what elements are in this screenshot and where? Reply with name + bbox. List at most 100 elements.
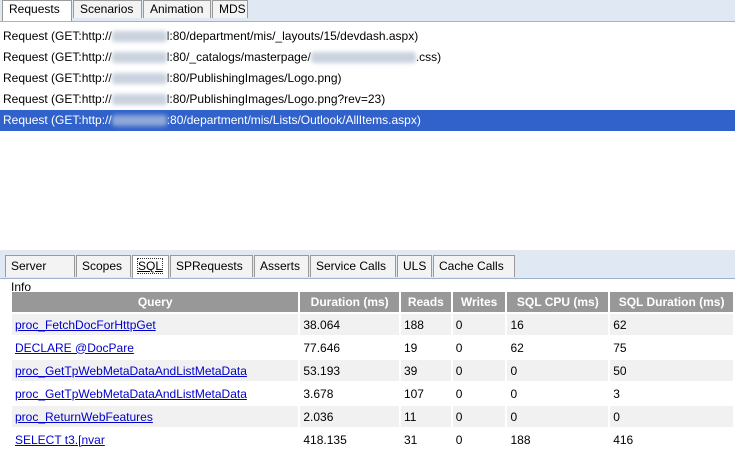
sql-duration-cell: 416 — [610, 429, 733, 450]
redacted-host — [111, 115, 167, 127]
request-path: l:80/PublishingImages/Logo.png) — [166, 71, 342, 85]
request-prefix: Request (GET:http:// — [3, 71, 112, 85]
duration-cell: 2.036 — [300, 406, 399, 427]
table-row: proc_GetTpWebMetaDataAndListMetaData 53.… — [12, 360, 733, 381]
sql-duration-cell: 3 — [610, 383, 733, 404]
tab-uls[interactable]: ULS — [397, 255, 432, 277]
reads-cell: 11 — [400, 406, 451, 427]
request-prefix: Request (GET:http:// — [3, 29, 112, 43]
request-suffix: .css) — [415, 50, 442, 64]
table-row: SELECT t3.[nvar 418.135 31 0 188 416 — [12, 429, 733, 450]
duration-cell: 38.064 — [300, 314, 399, 335]
tab-asserts[interactable]: Asserts — [254, 255, 309, 277]
sql-duration-cell: 50 — [610, 360, 733, 381]
tab-scenarios[interactable]: Scenarios — [73, 0, 142, 18]
query-cell: proc_GetTpWebMetaDataAndListMetaData — [12, 360, 299, 381]
request-item[interactable]: Request (GET:http:// l:80/PublishingImage… — [0, 89, 735, 110]
sql-duration-cell: 0 — [610, 406, 733, 427]
tab-label: Cache Calls — [439, 259, 504, 273]
sql-cpu-cell: 188 — [507, 429, 609, 450]
tab-label: SPRequests — [176, 259, 243, 273]
column-header-sql-cpu[interactable]: SQL CPU (ms) — [507, 292, 609, 312]
writes-cell: 0 — [452, 360, 506, 381]
tab-sql[interactable]: SQL — [132, 255, 169, 278]
writes-cell: 0 — [452, 429, 506, 450]
query-link[interactable]: proc_ReturnWebFeatures — [15, 410, 153, 424]
top-tab-strip: Requests Scenarios Animation MDS — [0, 0, 735, 22]
query-cell: SELECT t3.[nvar — [12, 429, 299, 450]
writes-cell: 0 — [452, 314, 506, 335]
tab-service-calls[interactable]: Service Calls — [310, 255, 396, 277]
column-header-reads[interactable]: Reads — [400, 292, 451, 312]
request-item-selected[interactable]: Request (GET:http:// :80/department/mis/L… — [0, 110, 735, 131]
tab-label: Service Calls — [316, 259, 387, 273]
tab-scopes[interactable]: Scopes — [76, 255, 131, 277]
request-item[interactable]: Request (GET:http:// l:80/PublishingImage… — [0, 68, 735, 89]
redacted-host — [111, 73, 167, 85]
sql-cpu-cell: 16 — [507, 314, 609, 335]
column-header-duration[interactable]: Duration (ms) — [300, 292, 399, 312]
query-link[interactable]: proc_FetchDocForHttpGet — [15, 318, 156, 332]
query-link[interactable]: SELECT t3.[nvar — [15, 433, 105, 447]
request-prefix: Request (GET:http:// — [3, 92, 112, 106]
request-path: l:80/_catalogs/masterpage/ — [166, 50, 311, 64]
duration-cell: 53.193 — [300, 360, 399, 381]
reads-cell: 39 — [400, 360, 451, 381]
request-path: :80/department/mis/Lists/Outlook/AllItem… — [166, 113, 421, 127]
reads-cell: 31 — [400, 429, 451, 450]
query-cell: proc_GetTpWebMetaDataAndListMetaData — [12, 383, 299, 404]
query-cell: proc_ReturnWebFeatures — [12, 406, 299, 427]
redacted-host — [111, 52, 167, 64]
sql-table: Query Duration (ms) Reads Writes SQL CPU… — [10, 290, 735, 452]
duration-cell: 3.678 — [300, 383, 399, 404]
table-header-row: Query Duration (ms) Reads Writes SQL CPU… — [12, 292, 733, 312]
request-path: l:80/PublishingImages/Logo.png?rev=23) — [166, 92, 386, 106]
writes-cell: 0 — [452, 383, 506, 404]
tab-sprequests[interactable]: SPRequests — [170, 255, 253, 277]
redacted-host — [111, 94, 167, 106]
sql-cpu-cell: 0 — [507, 383, 609, 404]
column-header-sql-duration[interactable]: SQL Duration (ms) — [610, 292, 733, 312]
tab-label: Asserts — [260, 259, 301, 273]
table-row: DECLARE @DocPare 77.646 19 0 62 75 — [12, 337, 733, 358]
duration-cell: 418.135 — [300, 429, 399, 450]
query-cell: proc_FetchDocForHttpGet — [12, 314, 299, 335]
table-row: proc_ReturnWebFeatures 2.036 11 0 0 0 — [12, 406, 733, 427]
tab-label: Server Info — [11, 259, 47, 294]
sql-duration-cell: 75 — [610, 337, 733, 358]
request-prefix: Request (GET:http:// — [3, 113, 112, 127]
sql-cpu-cell: 0 — [507, 406, 609, 427]
reads-cell: 107 — [400, 383, 451, 404]
query-link[interactable]: proc_GetTpWebMetaDataAndListMetaData — [15, 364, 247, 378]
request-list: Request (GET:http:// l:80/department/mis/… — [0, 26, 735, 131]
writes-cell: 0 — [452, 406, 506, 427]
detail-tab-strip: Server Info Scopes SQL SPRequests Assert… — [0, 252, 735, 294]
sql-duration-cell: 62 — [610, 314, 733, 335]
tab-label: Scopes — [82, 259, 123, 273]
request-item[interactable]: Request (GET:http:// l:80/department/mis/… — [0, 26, 735, 47]
request-prefix: Request (GET:http:// — [3, 50, 112, 64]
tab-label: ULS — [403, 259, 427, 273]
redacted-host — [111, 31, 167, 43]
request-path: l:80/department/mis/_layouts/15/devdash.… — [166, 29, 419, 43]
query-link[interactable]: proc_GetTpWebMetaDataAndListMetaData — [15, 387, 247, 401]
table-row: proc_FetchDocForHttpGet 38.064 188 0 16 … — [12, 314, 733, 335]
request-item[interactable]: Request (GET:http:// l:80/_catalogs/maste… — [0, 47, 735, 68]
writes-cell: 0 — [452, 337, 506, 358]
table-row: proc_GetTpWebMetaDataAndListMetaData 3.6… — [12, 383, 733, 404]
tab-animation[interactable]: Animation — [143, 0, 211, 18]
query-link[interactable]: DECLARE @DocPare — [15, 341, 134, 355]
sql-cpu-cell: 0 — [507, 360, 609, 381]
sql-cpu-cell: 62 — [507, 337, 609, 358]
tab-cache-calls[interactable]: Cache Calls — [433, 255, 515, 277]
tab-server-info[interactable]: Server Info — [5, 255, 75, 294]
reads-cell: 188 — [400, 314, 451, 335]
tab-mds[interactable]: MDS — [212, 0, 248, 18]
column-header-query[interactable]: Query — [12, 292, 299, 312]
reads-cell: 19 — [400, 337, 451, 358]
column-header-writes[interactable]: Writes — [452, 292, 506, 312]
duration-cell: 77.646 — [300, 337, 399, 358]
query-cell: DECLARE @DocPare — [12, 337, 299, 358]
tab-requests[interactable]: Requests — [2, 0, 72, 21]
redacted-file — [310, 52, 416, 64]
